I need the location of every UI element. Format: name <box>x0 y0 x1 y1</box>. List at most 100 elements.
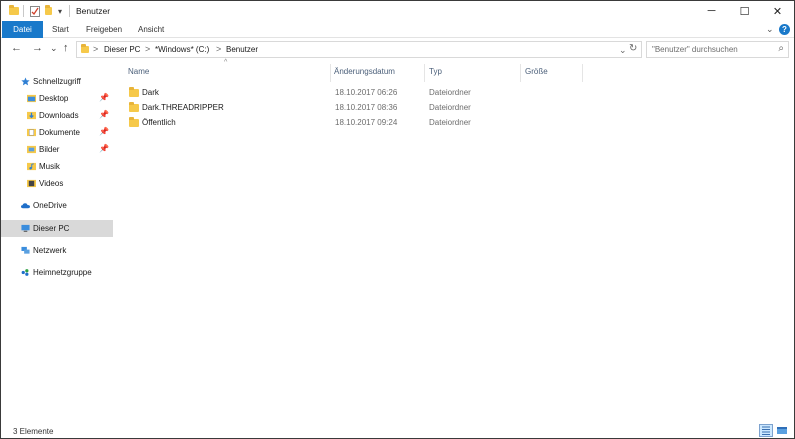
pictures-icon <box>27 145 36 154</box>
refresh-icon[interactable]: ↻ <box>629 43 637 54</box>
sidebar-item-downloads[interactable]: Downloads 📌 <box>1 107 113 124</box>
sidebar-item-label: Dokumente <box>39 128 80 137</box>
file-name: Dark <box>142 88 159 97</box>
sidebar-item-homegroup[interactable]: Heimnetzgruppe <box>1 264 113 281</box>
desktop-icon <box>27 94 36 103</box>
computer-icon <box>21 224 30 232</box>
column-divider[interactable] <box>424 64 425 82</box>
breadcrumb-separator: > <box>93 44 99 54</box>
sidebar-item-label: Videos <box>39 179 64 188</box>
properties-icon[interactable] <box>30 4 40 18</box>
minimize-button[interactable]: ─ <box>695 1 728 21</box>
table-row[interactable]: Dark.THREADRIPPER 18.10.2017 08:36 Datei… <box>123 101 643 116</box>
sidebar-item-network[interactable]: Netzwerk <box>1 242 113 259</box>
new-folder-icon[interactable] <box>45 4 52 18</box>
homegroup-icon <box>21 269 29 276</box>
pin-icon[interactable]: 📌 <box>99 110 109 119</box>
music-icon <box>27 162 36 171</box>
folder-icon <box>129 117 139 127</box>
close-button[interactable]: ✕ <box>761 1 794 21</box>
recent-locations-button[interactable]: ⌄ <box>50 43 58 54</box>
folder-icon <box>9 4 19 18</box>
file-name: Dark.THREADRIPPER <box>142 103 224 112</box>
tab-start[interactable]: Start <box>52 21 69 38</box>
address-bar[interactable]: > Dieser PC > *Windows* (C:) > Benutzer … <box>76 41 642 58</box>
table-row[interactable]: Öffentlich 18.10.2017 09:24 Dateiordner <box>123 116 643 131</box>
search-input[interactable]: "Benutzer" durchsuchen ⌕ <box>646 41 789 58</box>
pin-icon[interactable]: 📌 <box>99 144 109 153</box>
pin-icon[interactable]: 📌 <box>99 93 109 102</box>
breadcrumb-drive-c[interactable]: *Windows* (C:) <box>155 45 209 54</box>
search-icon[interactable]: ⌕ <box>778 43 784 54</box>
sidebar-item-label: Musik <box>39 162 60 171</box>
sidebar-item-label: Bilder <box>39 145 60 154</box>
folder-icon <box>129 87 139 97</box>
documents-icon <box>27 128 36 137</box>
pin-icon[interactable]: 📌 <box>99 127 109 136</box>
sidebar-item-label: Dieser PC <box>33 224 70 233</box>
file-date: 18.10.2017 09:24 <box>335 118 398 127</box>
downloads-icon <box>27 111 36 120</box>
column-divider[interactable] <box>582 64 583 82</box>
sidebar-item-label: Desktop <box>39 94 69 103</box>
sidebar-item-label: Schnellzugriff <box>33 77 81 86</box>
sidebar-item-videos[interactable]: Videos <box>1 175 113 192</box>
column-divider[interactable] <box>330 64 331 82</box>
tab-file[interactable]: Datei <box>2 21 43 38</box>
tiles-view-button[interactable] <box>775 424 789 437</box>
maximize-button[interactable]: ☐ <box>728 1 761 21</box>
sidebar-item-label: Downloads <box>39 111 79 120</box>
details-view-icon <box>762 426 770 435</box>
folder-icon <box>81 44 89 53</box>
sidebar-item-documents[interactable]: Dokumente 📌 <box>1 124 113 141</box>
title-bar: ▾ Benutzer ─ ☐ ✕ <box>1 1 794 21</box>
column-header-name[interactable]: Name <box>128 67 149 76</box>
star-icon <box>21 77 30 86</box>
sidebar-item-music[interactable]: Musik <box>1 158 113 175</box>
back-button[interactable]: ← <box>11 42 22 54</box>
ribbon-expand-icon[interactable]: ⌄ <box>766 24 774 35</box>
sidebar-item-pictures[interactable]: Bilder 📌 <box>1 141 113 158</box>
sidebar-item-desktop[interactable]: Desktop 📌 <box>1 90 113 107</box>
sidebar-item-onedrive[interactable]: OneDrive <box>1 197 113 214</box>
sidebar-item-label: Heimnetzgruppe <box>33 268 92 277</box>
address-dropdown-icon[interactable]: ⌄ <box>619 45 627 56</box>
table-row[interactable]: Dark 18.10.2017 06:26 Dateiordner <box>123 86 643 101</box>
explorer-window: ▾ Benutzer ─ ☐ ✕ Datei Start Freigeben A… <box>0 0 795 439</box>
file-date: 18.10.2017 06:26 <box>335 88 398 97</box>
sidebar-item-quick-access[interactable]: Schnellzugriff <box>1 73 113 90</box>
cloud-icon <box>21 203 30 209</box>
window-title: Benutzer <box>76 6 111 16</box>
videos-icon <box>27 179 36 188</box>
column-header-date[interactable]: Änderungsdatum <box>334 67 395 76</box>
column-header-size[interactable]: Größe <box>525 67 548 76</box>
sidebar-item-this-pc[interactable]: Dieser PC <box>1 220 113 237</box>
divider <box>23 5 24 17</box>
breadcrumb-this-pc[interactable]: Dieser PC <box>104 45 140 54</box>
details-view-button[interactable] <box>759 424 773 437</box>
file-type: Dateiordner <box>429 118 471 127</box>
column-divider[interactable] <box>520 64 521 82</box>
large-icons-view-icon <box>777 427 787 434</box>
tab-view[interactable]: Ansicht <box>138 21 164 38</box>
navigation-pane: Schnellzugriff Desktop 📌 Downloads 📌 Dok… <box>1 61 114 419</box>
help-icon[interactable]: ? <box>779 24 790 35</box>
sidebar-item-label: OneDrive <box>33 201 67 210</box>
breadcrumb-separator: > <box>145 44 151 54</box>
folder-icon <box>129 102 139 112</box>
file-date: 18.10.2017 08:36 <box>335 103 398 112</box>
forward-button[interactable]: → <box>32 42 43 54</box>
tab-share[interactable]: Freigeben <box>86 21 122 38</box>
divider <box>69 5 70 17</box>
breadcrumb-users[interactable]: Benutzer <box>226 45 258 54</box>
file-type: Dateiordner <box>429 103 471 112</box>
column-header-type[interactable]: Typ <box>429 67 442 76</box>
sidebar-item-label: Netzwerk <box>33 246 67 255</box>
breadcrumb-separator: > <box>216 44 222 54</box>
customize-toolbar-icon[interactable]: ▾ <box>58 4 62 18</box>
ribbon-tabs: Datei Start Freigeben Ansicht ⌄ ? <box>1 21 794 38</box>
search-placeholder: "Benutzer" durchsuchen <box>652 45 738 54</box>
file-type: Dateiordner <box>429 88 471 97</box>
network-icon <box>21 246 30 254</box>
up-button[interactable]: ↑ <box>63 42 69 54</box>
